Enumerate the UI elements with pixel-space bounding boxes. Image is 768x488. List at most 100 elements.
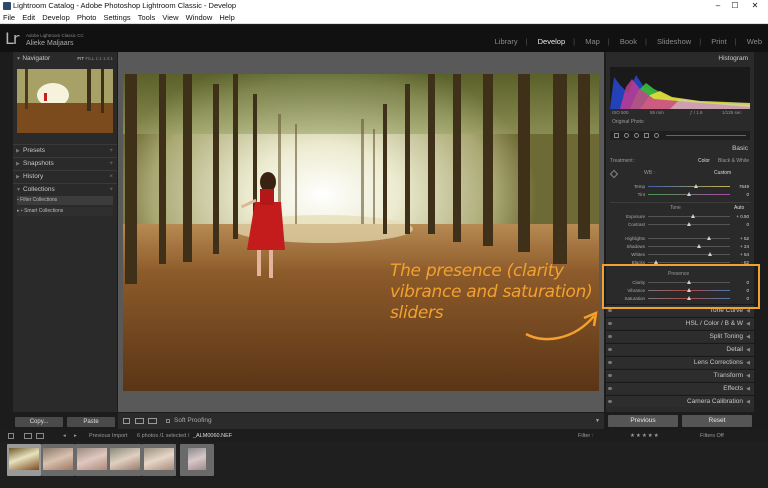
- red-eye-tool-icon[interactable]: [634, 133, 639, 138]
- add-snapshot-icon[interactable]: +: [109, 158, 113, 170]
- zoom-fit[interactable]: FIT: [77, 56, 84, 61]
- section-detail[interactable]: Detail ◀: [606, 343, 754, 355]
- maximize-button[interactable]: ☐: [728, 0, 742, 12]
- slider-track[interactable]: [648, 262, 730, 263]
- loupe-view-icon[interactable]: [123, 418, 130, 424]
- panel-toggle-icon[interactable]: [608, 374, 612, 377]
- slider-value[interactable]: 0: [746, 191, 749, 198]
- before-after-split-icon[interactable]: [148, 418, 157, 424]
- zoom-custom[interactable]: 1:4:1: [103, 56, 113, 61]
- wb-eyedropper-icon[interactable]: [609, 169, 619, 179]
- histogram[interactable]: [610, 67, 750, 109]
- filmstrip-thumbnail[interactable]: [108, 444, 142, 476]
- panel-toggle-icon[interactable]: [608, 322, 612, 325]
- tone-auto-button[interactable]: Auto: [734, 205, 744, 211]
- panel-toggle-icon[interactable]: [608, 400, 612, 403]
- module-slideshow[interactable]: Slideshow: [657, 37, 691, 46]
- module-library[interactable]: Library: [495, 37, 518, 46]
- module-web[interactable]: Web: [747, 37, 762, 46]
- section-camera-calibration[interactable]: Camera Calibration ◀: [606, 395, 754, 407]
- clear-history-icon[interactable]: ×: [109, 171, 113, 183]
- module-develop[interactable]: Develop: [538, 37, 566, 46]
- forward-arrow-icon[interactable]: ▸: [74, 430, 77, 442]
- slider-value[interactable]: + 54: [740, 251, 749, 258]
- panel-toggle-icon[interactable]: [608, 348, 612, 351]
- slider-handle[interactable]: [693, 184, 698, 188]
- slider-track[interactable]: [648, 186, 730, 187]
- rating-stars[interactable]: ★★★★★: [630, 430, 660, 442]
- slider-value[interactable]: + 52: [740, 235, 749, 242]
- treatment-bw[interactable]: Black & White: [718, 158, 749, 164]
- menu-photo[interactable]: Photo: [74, 12, 99, 24]
- add-preset-icon[interactable]: +: [109, 145, 113, 157]
- slider-value[interactable]: + 0.50: [736, 213, 749, 220]
- source-label[interactable]: Previous Import: [89, 430, 128, 442]
- previous-button[interactable]: Previous: [608, 415, 678, 427]
- slider-handle[interactable]: [696, 244, 701, 248]
- filmstrip-thumbnail[interactable]: [180, 444, 214, 476]
- minimize-button[interactable]: –: [711, 0, 725, 12]
- slider-temp[interactable]: Temp 7649: [606, 183, 754, 190]
- back-arrow-icon[interactable]: ◂: [63, 430, 66, 442]
- adjustment-brush-icon[interactable]: [666, 135, 746, 136]
- menu-develop[interactable]: Develop: [39, 12, 72, 24]
- slider-track[interactable]: [648, 216, 730, 217]
- menu-window[interactable]: Window: [183, 12, 215, 24]
- filmstrip-thumbnail[interactable]: [41, 444, 75, 476]
- slider-handle[interactable]: [687, 192, 691, 196]
- module-print[interactable]: Print: [711, 37, 726, 46]
- slider-tint[interactable]: Tint 0: [606, 191, 754, 198]
- section-hsl[interactable]: HSL / Color / B & W ◀: [606, 317, 754, 329]
- paste-button[interactable]: Paste: [67, 417, 115, 427]
- collection-item-filter[interactable]: ▪ Filter Collections: [17, 196, 113, 205]
- slider-handle[interactable]: [691, 214, 696, 218]
- graduated-filter-icon[interactable]: [644, 133, 649, 138]
- slider-track[interactable]: [648, 238, 730, 239]
- spot-removal-tool-icon[interactable]: [624, 133, 629, 138]
- radial-filter-icon[interactable]: [654, 133, 659, 138]
- slider-handle[interactable]: [708, 252, 713, 256]
- collection-item-smart[interactable]: ▸ ▪ Smart Collections: [17, 207, 113, 216]
- section-split-toning[interactable]: Split Toning ◀: [606, 330, 754, 342]
- close-button[interactable]: ✕: [748, 0, 762, 12]
- filmstrip-thumbnail[interactable]: [75, 444, 109, 476]
- toolbar-menu-icon[interactable]: ▼: [595, 413, 600, 429]
- slider-track[interactable]: [648, 246, 730, 247]
- slider-whites[interactable]: Whites + 54: [606, 251, 754, 258]
- menu-tools[interactable]: Tools: [135, 12, 158, 24]
- slider-handle[interactable]: [687, 222, 691, 226]
- slider-value[interactable]: 7649: [739, 183, 749, 190]
- module-map[interactable]: Map: [585, 37, 600, 46]
- panel-toggle-icon[interactable]: [608, 387, 612, 390]
- panel-toggle-icon[interactable]: [608, 335, 612, 338]
- filmstrip-thumbnail[interactable]: [7, 444, 41, 476]
- loupe-icon[interactable]: [36, 433, 44, 439]
- filmstrip-thumbnail[interactable]: [142, 444, 176, 476]
- history-panel[interactable]: ▶ History ×: [13, 170, 117, 182]
- slider-contrast[interactable]: Contrast 0: [606, 221, 754, 228]
- slider-shadows[interactable]: Shadows + 24: [606, 243, 754, 250]
- histogram-header[interactable]: Histogram: [718, 55, 748, 62]
- reset-button[interactable]: Reset: [682, 415, 752, 427]
- section-lens-corrections[interactable]: Lens Corrections ◀: [606, 356, 754, 368]
- menu-view[interactable]: View: [159, 12, 180, 24]
- before-after-icon[interactable]: [135, 418, 144, 424]
- add-collection-icon[interactable]: +: [109, 184, 113, 196]
- treatment-color[interactable]: Color: [698, 158, 710, 164]
- snapshots-panel[interactable]: ▶ Snapshots +: [13, 157, 117, 169]
- navigator-preview[interactable]: [17, 69, 113, 133]
- slider-value[interactable]: + 24: [740, 243, 749, 250]
- slider-exposure[interactable]: Exposure + 0.50: [606, 213, 754, 220]
- soft-proofing-checkbox[interactable]: [166, 419, 170, 423]
- section-effects[interactable]: Effects ◀: [606, 382, 754, 394]
- basic-header[interactable]: Basic: [732, 145, 748, 152]
- slider-highlights[interactable]: Highlights + 52: [606, 235, 754, 242]
- filters-off-dropdown[interactable]: Filters Off: [700, 430, 724, 442]
- menu-settings[interactable]: Settings: [101, 12, 133, 24]
- secondary-display-icon[interactable]: [8, 433, 14, 439]
- menu-edit[interactable]: Edit: [19, 12, 37, 24]
- zoom-fill[interactable]: FILL: [85, 56, 94, 61]
- wb-value[interactable]: Custom: [714, 170, 731, 176]
- slider-track[interactable]: [648, 254, 730, 255]
- navigator-header[interactable]: ▼ Navigator: [16, 53, 50, 64]
